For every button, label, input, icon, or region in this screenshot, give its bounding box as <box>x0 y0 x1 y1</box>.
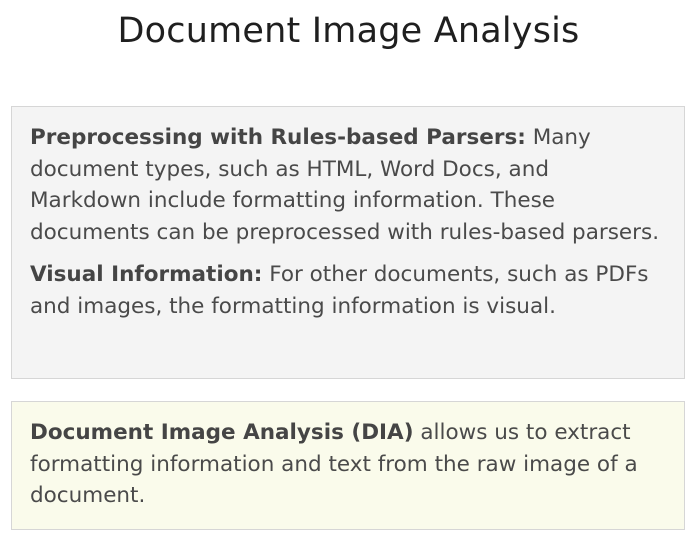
info-box: Preprocessing with Rules-based Parsers: … <box>11 106 685 379</box>
visual-information-heading: Visual Information: <box>30 262 263 287</box>
dia-definition-paragraph: Document Image Analysis (DIA) allows us … <box>30 417 666 512</box>
rules-based-parsers-heading: Preprocessing with Rules-based Parsers: <box>30 125 526 150</box>
visual-information-paragraph: Visual Information: For other documents,… <box>30 259 666 322</box>
page-title: Document Image Analysis <box>117 11 580 51</box>
dia-definition-box: Document Image Analysis (DIA) allows us … <box>11 401 685 530</box>
rules-based-parsers-paragraph: Preprocessing with Rules-based Parsers: … <box>30 122 666 248</box>
dia-definition-heading: Document Image Analysis (DIA) <box>30 420 414 445</box>
